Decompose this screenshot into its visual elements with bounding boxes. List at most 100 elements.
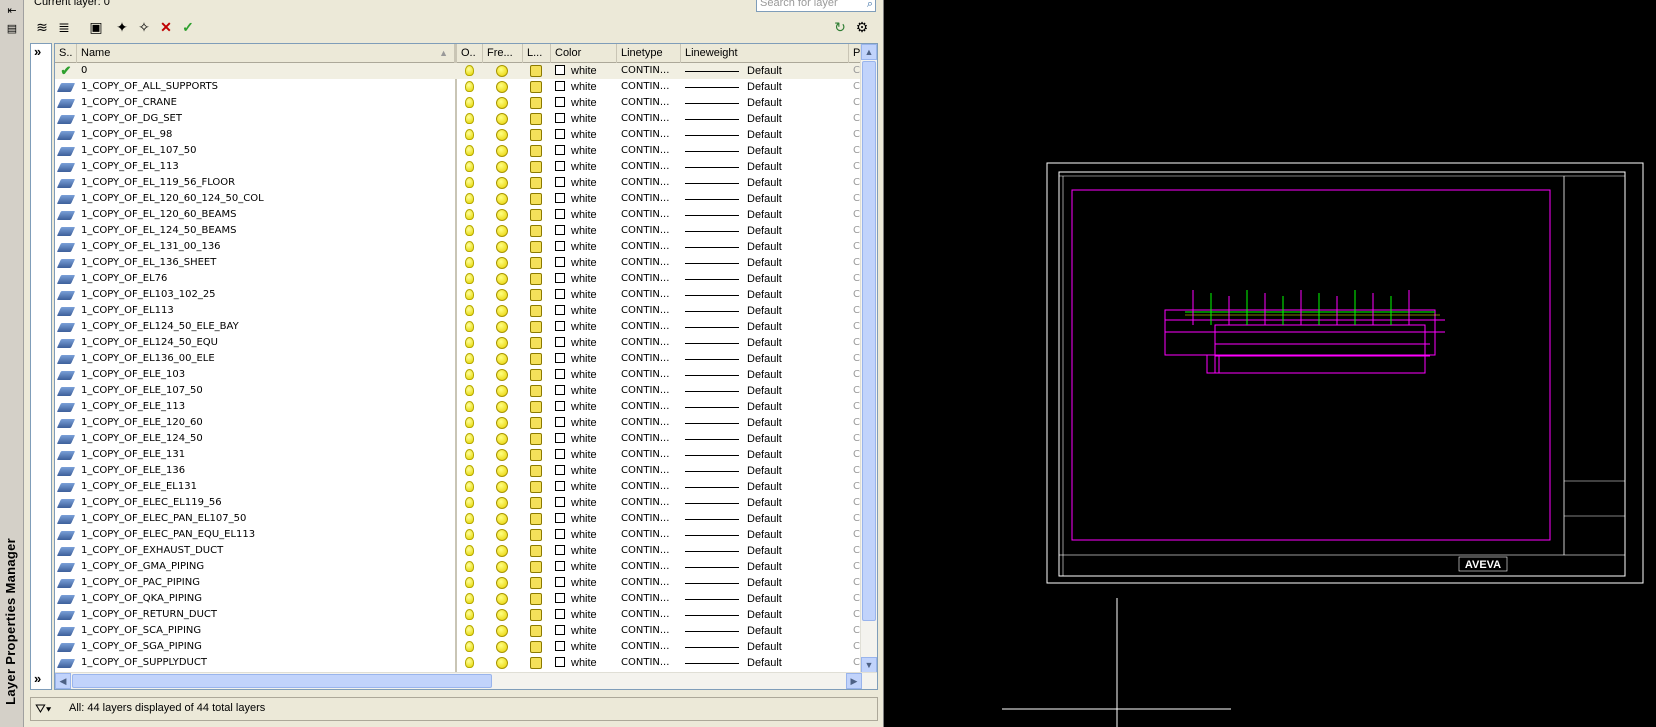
drawing-area[interactable]: AVEVA xyxy=(885,0,1656,727)
lock-toggle[interactable] xyxy=(523,591,549,607)
set-current-icon[interactable]: ✓ xyxy=(178,17,198,37)
lock-toggle[interactable] xyxy=(523,207,549,223)
layer-color[interactable]: white xyxy=(555,527,615,543)
layer-name[interactable]: 1_COPY_OF_SGA_PIPING xyxy=(81,639,453,655)
lock-toggle[interactable] xyxy=(523,575,549,591)
layer-status[interactable] xyxy=(55,575,77,591)
new-layer-icon[interactable]: ✦ xyxy=(112,17,132,37)
layer-lineweight[interactable]: Default xyxy=(685,287,845,303)
lock-toggle[interactable] xyxy=(523,255,549,271)
layer-row[interactable]: 1_COPY_OF_EL103_102_25 white CONTIN... Defa… xyxy=(55,287,877,303)
layer-row[interactable]: 1_COPY_OF_ELEC_EL119_56 white CONTIN... Def… xyxy=(55,495,877,511)
layer-name[interactable]: 1_COPY_OF_ELE_EL131 xyxy=(81,479,453,495)
layer-linetype[interactable]: CONTIN... xyxy=(621,639,681,655)
layer-row[interactable]: 1_COPY_OF_EXHAUST_DUCT white CONTIN... Defa… xyxy=(55,543,877,559)
layer-row[interactable]: 1_COPY_OF_RETURN_DUCT white CONTIN... Defau… xyxy=(55,607,877,623)
layer-color[interactable]: white xyxy=(555,191,615,207)
layer-name[interactable]: 1_COPY_OF_EL124_50_EQU xyxy=(81,335,453,351)
settings-icon[interactable]: ⚙ xyxy=(852,17,872,37)
layer-linetype[interactable]: CONTIN... xyxy=(621,79,681,95)
layer-status[interactable] xyxy=(55,623,77,639)
layer-row[interactable]: 1_COPY_OF_ELE_103whiteCONTIN...DefaultCo… xyxy=(55,367,877,383)
layer-linetype[interactable]: CONTIN... xyxy=(621,351,681,367)
layer-status[interactable]: ✔ xyxy=(55,63,77,79)
layer-row[interactable]: 1_COPY_OF_PAC_PIPING white CONTIN... Defaul… xyxy=(55,575,877,591)
layer-lineweight[interactable]: Default xyxy=(685,527,845,543)
on-toggle[interactable] xyxy=(457,495,481,511)
layer-name[interactable]: 1_COPY_OF_ELE_131 xyxy=(81,447,453,463)
layer-status[interactable] xyxy=(55,463,77,479)
freeze-toggle[interactable] xyxy=(483,559,521,575)
layer-lineweight[interactable]: Default xyxy=(685,383,845,399)
layer-color[interactable]: white xyxy=(555,431,615,447)
layer-row[interactable]: 1_COPY_OF_EL_107_50 white CONTIN... Default… xyxy=(55,143,877,159)
layer-name[interactable]: 1_COPY_OF_EL_120_60_124_50_COL xyxy=(81,191,453,207)
layer-name[interactable]: 1_COPY_OF_GMA_PIPING xyxy=(81,559,453,575)
layer-status[interactable] xyxy=(55,79,77,95)
layer-linetype[interactable]: CONTIN... xyxy=(621,383,681,399)
layer-name[interactable]: 1_COPY_OF_ELE_124_50 xyxy=(81,431,453,447)
scroll-right-icon[interactable]: ▶ xyxy=(846,673,862,689)
on-toggle[interactable] xyxy=(457,431,481,447)
horizontal-scrollbar[interactable]: ◀ ▶ xyxy=(55,672,877,689)
on-toggle[interactable] xyxy=(457,303,481,319)
layer-status[interactable] xyxy=(55,367,77,383)
lock-toggle[interactable] xyxy=(523,623,549,639)
layer-color[interactable]: white xyxy=(555,591,615,607)
layer-lineweight[interactable]: Default xyxy=(685,95,845,111)
layer-lineweight[interactable]: Default xyxy=(685,159,845,175)
on-toggle[interactable] xyxy=(457,479,481,495)
layer-status[interactable] xyxy=(55,175,77,191)
freeze-toggle[interactable] xyxy=(483,95,521,111)
layer-row[interactable]: 1_COPY_OF_EL_120_60_BEAMS white CONTIN... D… xyxy=(55,207,877,223)
layer-name[interactable]: 1_COPY_OF_EL_119_56_FLOOR xyxy=(81,175,453,191)
layer-color[interactable]: white xyxy=(555,399,615,415)
layer-name[interactable]: 1_COPY_OF_EL_136_SHEET xyxy=(81,255,453,271)
layer-status[interactable] xyxy=(55,511,77,527)
col-color[interactable]: Color xyxy=(551,44,617,63)
layer-linetype[interactable]: CONTIN... xyxy=(621,159,681,175)
on-toggle[interactable] xyxy=(457,399,481,415)
layer-name[interactable]: 1_COPY_OF_ELE_103 xyxy=(81,367,453,383)
layer-row[interactable]: 1_COPY_OF_EL124_50_EQU white CONTIN... Defa… xyxy=(55,335,877,351)
layer-name[interactable]: 1_COPY_OF_ELEC_PAN_EQU_EL113 xyxy=(81,527,453,543)
layer-linetype[interactable]: CONTIN... xyxy=(621,303,681,319)
freeze-toggle[interactable] xyxy=(483,511,521,527)
layer-lineweight[interactable]: Default xyxy=(685,271,845,287)
layer-row[interactable]: 1_COPY_OF_GMA_PIPING white CONTIN... Defaul… xyxy=(55,559,877,575)
layer-row[interactable]: 1_COPY_OF_EL_98whiteCONTIN...DefaultColo… xyxy=(55,127,877,143)
layer-linetype[interactable]: CONTIN... xyxy=(621,607,681,623)
layer-color[interactable]: white xyxy=(555,639,615,655)
layer-linetype[interactable]: CONTIN... xyxy=(621,95,681,111)
layer-name[interactable]: 1_COPY_OF_ELE_107_50 xyxy=(81,383,453,399)
layer-status[interactable] xyxy=(55,159,77,175)
layer-lineweight[interactable]: Default xyxy=(685,367,845,383)
layer-linetype[interactable]: CONTIN... xyxy=(621,287,681,303)
layer-color[interactable]: white xyxy=(555,367,615,383)
layer-row[interactable]: 1_COPY_OF_EL113whiteCONTIN...DefaultColo… xyxy=(55,303,877,319)
layer-lineweight[interactable]: Default xyxy=(685,591,845,607)
layer-row[interactable]: 1_COPY_OF_EL76whiteCONTIN...DefaultColor… xyxy=(55,271,877,287)
freeze-toggle[interactable] xyxy=(483,111,521,127)
layer-linetype[interactable]: CONTIN... xyxy=(621,511,681,527)
layer-linetype[interactable]: CONTIN... xyxy=(621,223,681,239)
on-toggle[interactable] xyxy=(457,287,481,303)
layer-linetype[interactable]: CONTIN... xyxy=(621,255,681,271)
layer-linetype[interactable]: CONTIN... xyxy=(621,239,681,255)
on-toggle[interactable] xyxy=(457,319,481,335)
on-toggle[interactable] xyxy=(457,271,481,287)
layer-color[interactable]: white xyxy=(555,575,615,591)
layer-lineweight[interactable]: Default xyxy=(685,191,845,207)
layer-lineweight[interactable]: Default xyxy=(685,575,845,591)
layer-row[interactable]: 1_COPY_OF_EL_113whiteCONTIN...DefaultCol… xyxy=(55,159,877,175)
freeze-toggle[interactable] xyxy=(483,383,521,399)
layer-color[interactable]: white xyxy=(555,335,615,351)
layer-linetype[interactable]: CONTIN... xyxy=(621,127,681,143)
layer-color[interactable]: white xyxy=(555,255,615,271)
layer-row[interactable]: ✔0whiteCONTIN...DefaultColor_7 xyxy=(55,63,877,79)
layer-status[interactable] xyxy=(55,591,77,607)
on-toggle[interactable] xyxy=(457,111,481,127)
layer-lineweight[interactable]: Default xyxy=(685,207,845,223)
on-toggle[interactable] xyxy=(457,223,481,239)
freeze-toggle[interactable] xyxy=(483,63,521,79)
